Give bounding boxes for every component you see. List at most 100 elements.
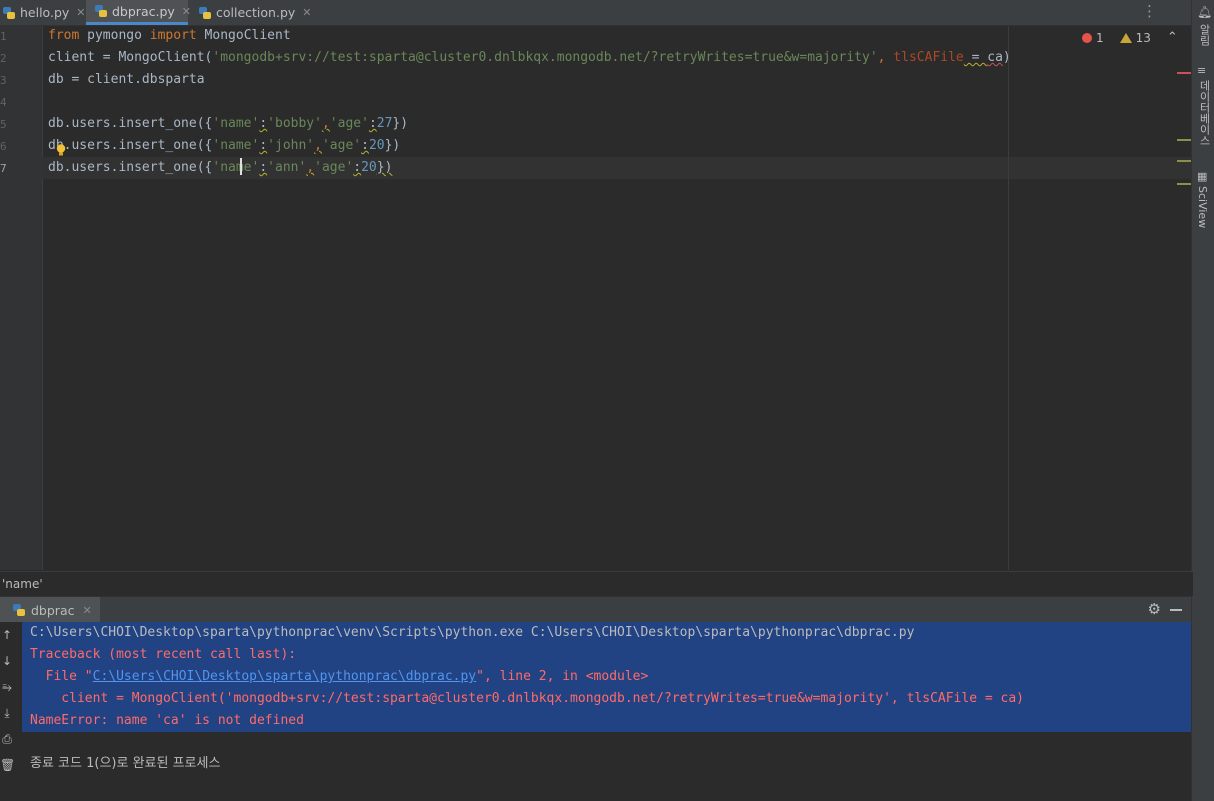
- database-icon[interactable]: ≡: [1197, 64, 1206, 77]
- string-literal: 'na: [212, 160, 236, 175]
- close-icon[interactable]: ✕: [302, 6, 311, 19]
- string-literal: 'age': [321, 138, 362, 153]
- run-toolbar: ↑ ↓ ⥱ ⤓ ⎙ 🗑︎: [0, 622, 22, 801]
- error-stripe-mark[interactable]: [1177, 72, 1191, 74]
- right-tool-stripe: 🔔︎ 알림 ≡ 데이터베이스 ▦ SciView: [1191, 0, 1214, 801]
- close-icon[interactable]: ✕: [82, 604, 91, 617]
- string-literal: 'ann': [267, 160, 307, 175]
- code-text: :: [259, 116, 268, 131]
- string-literal: 'age': [314, 160, 354, 175]
- python-file-icon: [2, 6, 16, 20]
- inspection-widget[interactable]: 1 13 ⌃ ⌄: [1082, 30, 1201, 45]
- minimize-icon[interactable]: [1170, 609, 1182, 611]
- code-text: db = client.dbsparta: [48, 72, 205, 87]
- close-icon[interactable]: ✕: [76, 6, 85, 19]
- python-run-icon: [12, 603, 26, 617]
- chevron-up-icon[interactable]: ⌃: [1167, 30, 1178, 45]
- console-command-line: C:\Users\CHOI\Desktop\sparta\pythonprac\…: [30, 625, 915, 640]
- code-text: ,: [306, 160, 315, 175]
- sciview-tool-label[interactable]: SciView: [1196, 186, 1209, 228]
- code-line-2: client = MongoClient('mongodb+srv://test…: [48, 47, 1011, 69]
- warning-count: 13: [1135, 30, 1151, 45]
- warning-stripe-mark[interactable]: [1177, 183, 1191, 185]
- run-tab-dbprac[interactable]: dbprac ✕: [0, 597, 100, 623]
- sciview-icon[interactable]: ▦: [1197, 170, 1207, 183]
- code-text: client = MongoClient(: [48, 50, 213, 65]
- console-traceback-header: Traceback (most recent call last):: [30, 647, 297, 662]
- soft-wrap-icon[interactable]: ⥱: [0, 680, 14, 695]
- tab-hello-py[interactable]: hello.py ✕: [0, 0, 86, 25]
- console-text: File ": [30, 669, 93, 684]
- console-traceback-code: client = MongoClient('mongodb+srv://test…: [30, 691, 1024, 706]
- database-tool-label[interactable]: 데이터베이스: [1196, 80, 1212, 146]
- breadcrumb[interactable]: 'name': [0, 571, 1193, 596]
- bell-icon[interactable]: 🔔︎: [1197, 5, 1212, 19]
- warning-icon: [1119, 32, 1132, 43]
- python-file-icon: [94, 4, 108, 18]
- string-literal: 'mongodb+srv://test:sparta@cluster0.dnlb…: [212, 50, 878, 65]
- code-line-3: db = client.dbsparta: [48, 69, 205, 91]
- file-link[interactable]: C:\Users\CHOI\Desktop\sparta\pythonprac\…: [93, 669, 477, 684]
- trash-icon[interactable]: 🗑︎: [0, 758, 15, 772]
- line-number: 3: [0, 74, 7, 87]
- code-text: ): [1002, 50, 1011, 65]
- run-console[interactable]: C:\Users\CHOI\Desktop\sparta\pythonprac\…: [22, 622, 1191, 801]
- error-icon: [1082, 32, 1092, 43]
- module-name: pymongo: [79, 28, 150, 43]
- string-literal: 'bobby': [267, 116, 322, 131]
- code-text: }): [376, 160, 393, 175]
- scroll-to-end-icon[interactable]: ⤓: [0, 706, 14, 721]
- line-number: 1: [0, 30, 7, 43]
- code-editor[interactable]: from pymongo import MongoClient client =…: [42, 26, 1191, 570]
- console-error-message: NameError: name 'ca' is not defined: [30, 713, 304, 728]
- keyword: import: [149, 28, 197, 43]
- line-number: 2: [0, 52, 7, 65]
- notifications-tool-label[interactable]: 알림: [1196, 24, 1212, 46]
- parameter-name: tlsCAFile: [885, 50, 964, 65]
- number-literal: 20: [368, 138, 385, 153]
- number-literal: 20: [361, 160, 377, 175]
- gear-icon[interactable]: ⚙: [1148, 600, 1161, 618]
- line-number: 7: [0, 162, 7, 175]
- code-text: :: [259, 160, 268, 175]
- string-literal: 'john': [267, 138, 315, 153]
- warning-stripe-mark[interactable]: [1177, 139, 1191, 141]
- editor-tab-bar: hello.py ✕ dbprac.py ✕ collection.py ✕ ⋮: [0, 0, 1191, 26]
- warning-stripe-mark[interactable]: [1177, 160, 1191, 162]
- undefined-variable: ca: [987, 50, 1003, 65]
- code-text: =: [963, 50, 988, 65]
- tab-label: hello.py: [20, 5, 70, 20]
- lightbulb-icon[interactable]: [56, 141, 66, 156]
- arrow-up-icon[interactable]: ↑: [0, 628, 14, 642]
- error-count: 1: [1096, 30, 1104, 45]
- more-vertical-icon[interactable]: ⋮: [1142, 2, 1157, 20]
- code-line-5: db.users.insert_one({'name':'bobby','age…: [48, 113, 408, 135]
- line-number: 5: [0, 118, 7, 131]
- console-traceback-file-line: File "C:\Users\CHOI\Desktop\sparta\pytho…: [30, 666, 649, 688]
- console-text: ", line 2, in <module>: [476, 669, 649, 684]
- tab-dbprac-py[interactable]: dbprac.py ✕: [86, 0, 191, 25]
- python-file-icon: [198, 6, 212, 20]
- code-text: :: [353, 160, 362, 175]
- code-text: b.users.insert_one({: [55, 138, 213, 153]
- text-caret: [240, 158, 242, 175]
- code-text: db.users.insert_one({: [48, 160, 213, 175]
- run-tab-label: dbprac: [31, 602, 75, 618]
- code-text: }): [392, 116, 409, 131]
- string-literal: 'name': [212, 116, 260, 131]
- tab-collection-py[interactable]: collection.py ✕: [190, 0, 312, 25]
- run-panel-header: dbprac ✕ ⚙: [0, 596, 1191, 623]
- code-text: d: [48, 138, 56, 153]
- line-number: 6: [0, 140, 7, 153]
- arrow-down-icon[interactable]: ↓: [0, 654, 14, 668]
- code-line-7: db.users.insert_one({'name':'ann','age':…: [42, 157, 1191, 179]
- string-literal: 'age': [329, 116, 369, 131]
- line-number-gutter: 1 2 3 4 5 6 7: [0, 26, 43, 570]
- tab-label: collection.py: [216, 5, 296, 20]
- keyword: from: [48, 28, 80, 43]
- code-text: :: [368, 116, 377, 131]
- number-literal: 27: [376, 116, 393, 131]
- console-exit-message: 종료 코드 1(으)로 완료된 프로세스: [30, 756, 221, 771]
- string-literal: 'name': [212, 138, 260, 153]
- print-icon[interactable]: ⎙: [0, 732, 14, 747]
